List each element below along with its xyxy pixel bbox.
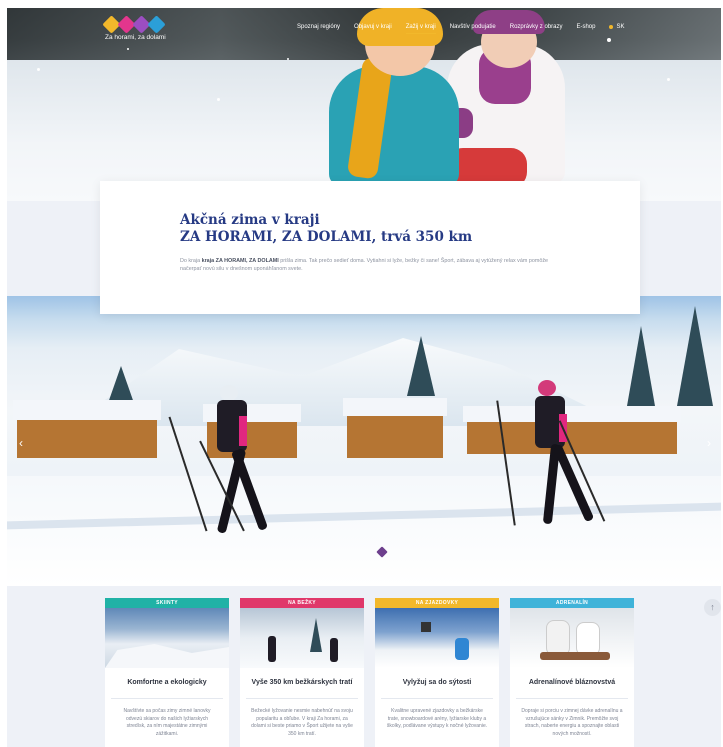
tile-image [510, 608, 634, 668]
snowflake [607, 38, 611, 42]
skier-helmet [538, 380, 556, 396]
tile-image-person [546, 620, 570, 656]
tile-image-snow [105, 644, 229, 668]
snowflake [667, 78, 670, 81]
skier-accent [239, 416, 247, 446]
language-dot-icon [609, 25, 614, 29]
nav-item-tales[interactable]: Rozprávky z obrazy [510, 24, 563, 30]
logo-mark [102, 15, 166, 34]
tile-image-skier [455, 638, 469, 660]
slider-next-icon[interactable]: › [707, 436, 711, 450]
tile-image [375, 608, 499, 668]
tile-tag: ADRENALÍN [510, 598, 634, 608]
tile-downhill[interactable]: NA ZJAZDOVKY Vylyžuj sa do sýtosti Kvali… [375, 598, 499, 747]
hero-banner: Za horami, za dolami Spoznaj regióny Obj… [7, 8, 721, 201]
tile-title: Adrenalínové bláznovstvá [528, 679, 616, 686]
slider-prev-icon[interactable]: ‹ [19, 436, 23, 450]
photo-cabin [17, 414, 157, 458]
tile-image [105, 608, 229, 668]
photo-cabin-roof [13, 400, 161, 420]
intro-text: Do kraja kraja ZA HORAMI, ZA DOLAMI priš… [180, 257, 560, 273]
tile-cross-country[interactable]: NA BEŽKY Vyše 350 km bežkárskych tratí B… [240, 598, 364, 747]
tile-tag: SKIINTY [105, 598, 229, 608]
tile-image-tree [310, 618, 322, 652]
language-switcher[interactable]: SK [609, 24, 624, 30]
intro-text-bold: kraja ZA HORAMI, ZA DOLAMI [201, 258, 279, 264]
language-label: SK [616, 24, 625, 30]
tile-title: Vyše 350 km bežkárskych tratí [251, 679, 353, 686]
tile-title: Komfortne a ekologicky [127, 679, 207, 686]
nav-item-events[interactable]: Navštív podujatie [450, 24, 496, 30]
snowflake [127, 48, 129, 50]
tile-skiing[interactable]: SKIINTY Komfortne a ekologicky Navštívte… [105, 598, 229, 747]
tile-text: Dopraje si porciu v zimnej dávke adrenal… [521, 708, 623, 737]
photo-cabin [347, 412, 443, 458]
photo-cabin-roof [343, 398, 447, 416]
photo-snow [7, 476, 721, 586]
logo-text: Za horami, za dolami [105, 34, 166, 41]
intro-title: Akčná zima v kraji ZA HORAMI, ZA DOLAMI,… [180, 212, 472, 246]
nav-item-experience[interactable]: Zažij v kraji [405, 24, 436, 34]
intro-title-line2: ZA HORAMI, ZA DOLAMI, trvá 350 km [180, 229, 473, 245]
nav-item-discover[interactable]: Objavuj v kraji [354, 24, 392, 30]
photo-cabin-roof [463, 406, 681, 422]
skiers-photo: ‹ › [7, 296, 721, 586]
tile-text: Bežecké lyžovanie nesmie nabehnúť na svo… [251, 708, 353, 737]
nav-item-regions[interactable]: Spoznaj regióny [297, 24, 340, 30]
snowflake [37, 68, 40, 71]
intro-title-line1: Akčná zima v kraji [180, 212, 320, 228]
tile-image-lift [421, 622, 431, 632]
intro-text-prefix: Do kraja [180, 258, 202, 264]
page: Za horami, za dolami Spoznaj regióny Obj… [7, 8, 721, 747]
photo-tree [407, 336, 435, 396]
tile-tag: NA BEŽKY [240, 598, 364, 608]
tile-image-skier [330, 638, 338, 662]
tile-image-sled [540, 652, 610, 660]
site-logo[interactable]: Za horami, za dolami [102, 15, 166, 41]
photo-tree [677, 306, 713, 406]
tile-image [240, 608, 364, 668]
main-nav: Spoznaj regióny Objavuj v kraji Zažij v … [297, 24, 624, 34]
tile-title: Vylyžuj sa do sýtosti [402, 679, 472, 686]
skier-helmet [220, 385, 238, 401]
snowflake [287, 58, 289, 60]
logo-diamond-icon [147, 15, 166, 34]
intro-card: Akčná zima v kraji ZA HORAMI, ZA DOLAMI,… [100, 181, 640, 314]
snowflake [217, 98, 220, 101]
tile-text: Kvalitne upravené zjazdovky a bežkárske … [386, 708, 488, 729]
hero-child-right-hat [473, 10, 545, 34]
tile-text: Navštívte sa počas zimy zimné lanovky od… [123, 708, 211, 737]
tile-image-person [576, 622, 600, 656]
scroll-to-top-button[interactable]: ↑ [704, 599, 721, 616]
nav-item-eshop[interactable]: E-shop [576, 24, 595, 30]
tile-adrenaline[interactable]: ADRENALÍN Adrenalínové bláznovstvá Dopra… [510, 598, 634, 747]
photo-tree [627, 326, 655, 406]
tile-tag: NA ZJAZDOVKY [375, 598, 499, 608]
tile-image-skier [268, 636, 276, 662]
